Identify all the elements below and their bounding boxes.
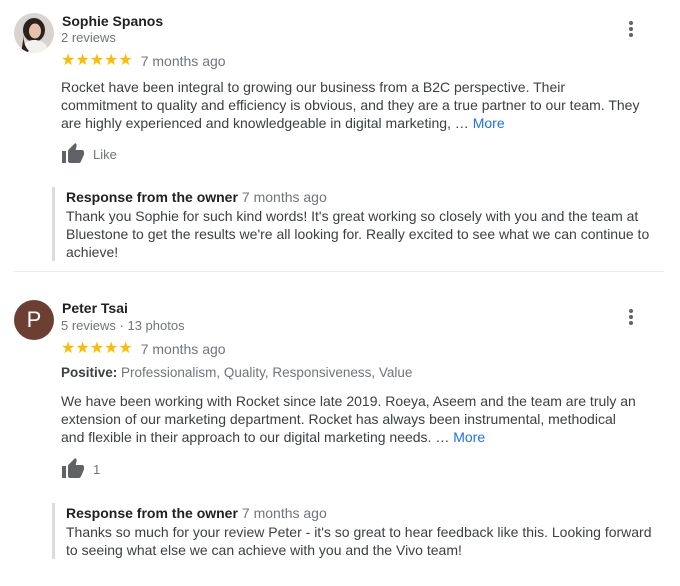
rating-row: ★★★★★ 7 months ago [61, 52, 226, 70]
star-rating: ★★★★★ [61, 52, 133, 69]
response-date: 7 months ago [241, 189, 327, 205]
review-text: We have been working with Rocket since l… [61, 393, 636, 445]
review-text-block: Rocket have been integral to growing our… [61, 78, 641, 132]
more-link[interactable]: More [453, 429, 485, 445]
reviewer-name[interactable]: Peter Tsai [62, 300, 128, 316]
more-options-button[interactable] [620, 307, 642, 329]
thumbs-up-icon [62, 458, 84, 478]
like-label: Like [93, 146, 117, 162]
response-date: 7 months ago [241, 505, 327, 521]
avatar[interactable]: P [14, 300, 54, 340]
review-date: 7 months ago [140, 341, 226, 357]
avatar[interactable] [14, 13, 54, 53]
response-text: Thanks so much for your review Peter - i… [66, 524, 652, 558]
like-count: 1 [93, 461, 101, 477]
star-rating: ★★★★★ [61, 340, 133, 357]
more-options-button[interactable] [620, 19, 642, 41]
like-button[interactable]: Like [61, 142, 117, 166]
profile-photo [14, 13, 54, 53]
rating-row: ★★★★★ 7 months ago [61, 340, 226, 358]
response-label: Response from the owner [66, 189, 238, 205]
review-text-block: We have been working with Rocket since l… [61, 392, 641, 446]
divider [14, 271, 664, 272]
review-text: Rocket have been integral to growing our… [61, 79, 640, 131]
more-vert-icon [629, 21, 633, 25]
review-date: 7 months ago [140, 53, 226, 69]
thumbs-up-icon [62, 143, 84, 163]
owner-response: Response from the owner 7 months ago Than… [52, 503, 666, 559]
more-vert-icon [629, 309, 633, 313]
response-text: Thank you Sophie for such kind words! It… [66, 208, 650, 260]
response-header: Response from the owner 7 months ago [66, 187, 666, 207]
like-button[interactable]: 1 [61, 457, 100, 481]
more-link[interactable]: More [473, 115, 505, 131]
positive-values: Professionalism, Quality, Responsiveness… [121, 365, 413, 380]
reviewer-meta[interactable]: 5 reviews · 13 photos [61, 318, 185, 333]
owner-response: Response from the owner 7 months ago Than… [52, 187, 666, 261]
reviewer-name[interactable]: Sophie Spanos [62, 13, 163, 29]
positive-attributes: Positive: Professionalism, Quality, Resp… [61, 365, 412, 380]
reviewer-meta[interactable]: 2 reviews [61, 30, 116, 45]
positive-label: Positive: [61, 365, 118, 380]
response-label: Response from the owner [66, 505, 238, 521]
response-header: Response from the owner 7 months ago [66, 503, 666, 523]
